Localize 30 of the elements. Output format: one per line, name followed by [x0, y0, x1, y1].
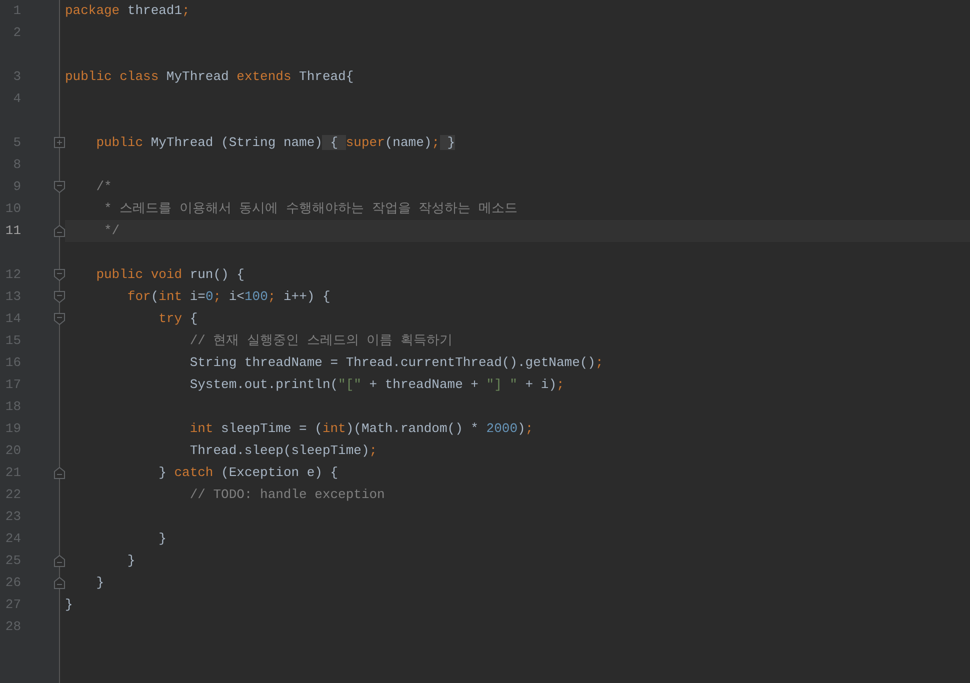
line-number: 11	[5, 223, 21, 239]
code-line: String threadName = Thread.currentThread().getName();	[188, 355, 604, 371]
expand-icon[interactable]	[54, 137, 65, 148]
code-line: // TODO: handle exception	[188, 487, 385, 503]
code-line: for(int i=0; i<100; i++) {	[126, 289, 330, 305]
collapse-icon[interactable]	[54, 577, 65, 589]
collapse-icon[interactable]	[54, 269, 65, 281]
collapse-icon[interactable]	[54, 313, 65, 325]
code-line: }	[95, 575, 104, 591]
collapse-icon[interactable]	[54, 291, 65, 303]
code-line: try {	[158, 311, 198, 327]
code-line: }	[126, 553, 136, 569]
code-line: */	[103, 223, 120, 239]
code-line: }	[65, 597, 73, 613]
code-line: /*	[95, 179, 112, 195]
code-line: public MyThread (String name) { super(name); }	[95, 135, 456, 151]
code-line: System.out.println("[" + threadName + "] " + i);	[188, 377, 564, 393]
collapse-icon[interactable]	[54, 181, 65, 193]
code-line: // 현재 실행중인 스레드의 이름 획득하기	[188, 333, 452, 349]
code-line: public void run() {	[95, 267, 244, 283]
code-line: Thread.sleep(sleepTime);	[188, 443, 378, 459]
code-line: } catch (Exception e) {	[158, 465, 338, 481]
code-line: }	[158, 531, 166, 547]
collapse-icon[interactable]	[54, 467, 65, 479]
collapse-icon[interactable]	[54, 555, 65, 567]
code-line: public class MyThread extends Thread{	[65, 69, 354, 85]
code-line: int sleepTime = (int)(Math.random() * 2000);	[188, 421, 534, 437]
code-line: * 스레드를 이용해서 동시에 수행해야하는 작업을 작성하는 메소드	[103, 201, 518, 217]
collapse-icon[interactable]	[54, 225, 65, 237]
code-line: package thread1;	[65, 3, 190, 19]
